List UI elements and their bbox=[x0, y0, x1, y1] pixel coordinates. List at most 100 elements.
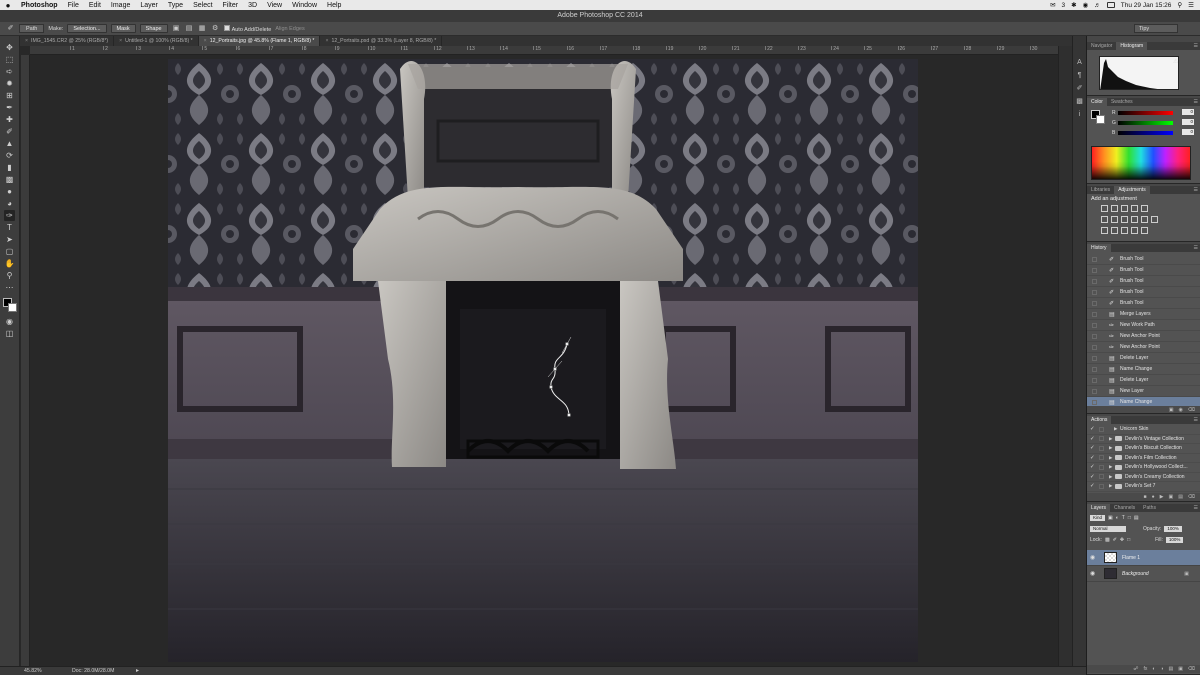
history-source-toggle[interactable] bbox=[1092, 366, 1097, 372]
list-icon[interactable]: ☰ bbox=[1188, 1, 1194, 9]
paragraph-icon[interactable]: ¶ bbox=[1075, 71, 1084, 80]
link-icon[interactable]: ☍ bbox=[1133, 666, 1138, 672]
history-item[interactable]: ✐ Brush Tool bbox=[1087, 265, 1200, 276]
menu-file[interactable]: File bbox=[63, 2, 84, 9]
tab-paths[interactable]: Paths bbox=[1139, 504, 1160, 512]
green-slider[interactable]: G 0 bbox=[1112, 119, 1194, 126]
color-spectrum[interactable] bbox=[1091, 146, 1191, 180]
close-icon[interactable]: × bbox=[325, 38, 328, 44]
history-brush-tool-icon[interactable]: ⟳ bbox=[4, 150, 15, 161]
filter-shape-icon[interactable]: □ bbox=[1128, 515, 1131, 521]
invert-icon[interactable] bbox=[1101, 227, 1108, 234]
check-icon[interactable]: ✓ bbox=[1090, 426, 1096, 432]
tab-channels[interactable]: Channels bbox=[1110, 504, 1139, 512]
action-set[interactable]: ✓ ▶ Devlin's Film Collection bbox=[1087, 454, 1200, 463]
blue-value[interactable]: 0 bbox=[1182, 129, 1194, 135]
canvas-vertical-scrollbar[interactable] bbox=[1058, 46, 1072, 667]
blend-mode-select[interactable]: Normal bbox=[1090, 526, 1126, 532]
path-select-tool-icon[interactable]: ➤ bbox=[4, 234, 15, 245]
make-shape-button[interactable]: Shape bbox=[139, 24, 168, 33]
mail-icon[interactable]: ✉ bbox=[1050, 1, 1055, 9]
exposure-icon[interactable] bbox=[1131, 205, 1138, 212]
menu-view[interactable]: View bbox=[262, 2, 287, 9]
lock-transparent-icon[interactable]: ▩ bbox=[1105, 537, 1110, 543]
layer-name[interactable]: Flame 1 bbox=[1122, 555, 1140, 561]
tab-img-1545[interactable]: × IMG_1545.CR2 @ 25% (RGB/8*) bbox=[20, 36, 115, 46]
filter-type-icon[interactable]: T bbox=[1122, 515, 1125, 521]
action-set[interactable]: ✓ ▶ Devlin's Creamy Collection bbox=[1087, 473, 1200, 482]
rectangle-tool-icon[interactable]: ▢ bbox=[4, 246, 15, 257]
path-alignment-icon[interactable]: ▤ bbox=[185, 24, 194, 33]
history-item[interactable]: ✑ New Anchor Point bbox=[1087, 342, 1200, 353]
gradient-map-icon[interactable] bbox=[1141, 227, 1148, 234]
close-icon[interactable]: × bbox=[25, 38, 28, 44]
tab-untitled-1[interactable]: × Untitled-1 @ 100% (RGB/8) * bbox=[114, 36, 199, 46]
check-icon[interactable]: ✓ bbox=[1090, 464, 1096, 470]
close-icon[interactable]: × bbox=[204, 38, 207, 44]
volume-icon[interactable]: ♬ bbox=[1094, 2, 1101, 9]
horizontal-ruler[interactable]: 1 2 3 4 5 6 7 8 9 10 11 12 13 14 15 16 17 18 19 20 21 22 23 24 2… bbox=[30, 46, 1058, 55]
brush-presets-icon[interactable]: ✐ bbox=[1075, 84, 1084, 93]
canvas-workspace[interactable] bbox=[30, 56, 1058, 666]
zoom-tool-icon[interactable]: ⚲ bbox=[4, 270, 15, 281]
history-source-toggle[interactable] bbox=[1092, 256, 1097, 262]
dialog-toggle[interactable] bbox=[1099, 474, 1104, 480]
vibrance-icon[interactable] bbox=[1141, 205, 1148, 212]
tab-histogram[interactable]: Histogram bbox=[1116, 42, 1148, 50]
battery-icon[interactable] bbox=[1106, 2, 1115, 8]
brightness-icon[interactable] bbox=[1101, 205, 1108, 212]
panel-menu-icon[interactable]: ☰ bbox=[1194, 505, 1198, 511]
red-value[interactable]: 0 bbox=[1182, 109, 1194, 115]
character-icon[interactable]: A bbox=[1075, 58, 1084, 67]
history-item[interactable]: ▤ Merge Layers bbox=[1087, 309, 1200, 320]
tab-12-portraits-jpg[interactable]: × 12_Portraits.jpg @ 45.8% (Flame 1, RGB/… bbox=[198, 36, 321, 46]
document-canvas[interactable] bbox=[168, 59, 918, 662]
path-mode-select[interactable]: Path bbox=[19, 24, 45, 33]
dodge-tool-icon[interactable]: ◕ bbox=[4, 198, 15, 209]
lock-all-icon[interactable]: □ bbox=[1127, 537, 1130, 543]
dialog-toggle[interactable] bbox=[1099, 436, 1104, 442]
healing-brush-tool-icon[interactable]: ✚ bbox=[4, 114, 15, 125]
menu-help[interactable]: Help bbox=[322, 2, 346, 9]
red-bar[interactable] bbox=[1118, 111, 1173, 115]
panel-menu-icon[interactable]: ☰ bbox=[1194, 417, 1198, 423]
filter-adjustment-icon[interactable]: ◐ bbox=[1116, 515, 1119, 521]
move-tool-icon[interactable]: ✥ bbox=[4, 42, 15, 53]
history-item[interactable]: ✐ Brush Tool bbox=[1087, 298, 1200, 309]
history-source-toggle[interactable] bbox=[1092, 311, 1097, 317]
menubar-clock[interactable]: Thu 29 Jan 15:26 bbox=[1121, 2, 1172, 9]
menu-window[interactable]: Window bbox=[287, 2, 322, 9]
fx-icon[interactable]: fx bbox=[1144, 666, 1148, 672]
action-item[interactable]: ✓ ▶ Unicorn Skin bbox=[1087, 425, 1200, 435]
posterize-icon[interactable] bbox=[1111, 227, 1118, 234]
color-balance-icon[interactable] bbox=[1111, 216, 1118, 223]
apple-icon[interactable]: ● bbox=[0, 1, 16, 10]
pen-tool-icon[interactable]: ✐ bbox=[6, 24, 15, 33]
layer-item-flame-1[interactable]: ◉ Flame 1 bbox=[1087, 550, 1200, 566]
photo-filter-icon[interactable] bbox=[1131, 216, 1138, 223]
gear-icon[interactable]: ⚙ bbox=[211, 24, 220, 33]
panel-menu-icon[interactable]: ☰ bbox=[1194, 187, 1198, 193]
history-item[interactable]: ▤ Delete Layer bbox=[1087, 353, 1200, 364]
trash-icon[interactable]: ⌫ bbox=[1188, 494, 1195, 500]
new-action-icon[interactable]: ▤ bbox=[1178, 494, 1183, 500]
gradient-tool-icon[interactable]: ▩ bbox=[4, 174, 15, 185]
background-color-chip[interactable] bbox=[1096, 115, 1105, 124]
menu-type[interactable]: Type bbox=[163, 2, 188, 9]
menu-image[interactable]: Image bbox=[106, 2, 135, 9]
mask-icon[interactable]: ◐ bbox=[1152, 666, 1155, 672]
history-source-toggle[interactable] bbox=[1092, 388, 1097, 394]
levels-icon[interactable] bbox=[1111, 205, 1118, 212]
new-set-icon[interactable]: ▣ bbox=[1168, 494, 1173, 500]
panel-menu-icon[interactable]: ☰ bbox=[1194, 99, 1198, 105]
close-icon[interactable]: × bbox=[119, 38, 122, 44]
quick-select-tool-icon[interactable]: ✹ bbox=[4, 78, 15, 89]
quick-mask-icon[interactable]: ◉ bbox=[4, 316, 15, 327]
group-icon[interactable]: ▤ bbox=[1168, 666, 1173, 672]
eraser-tool-icon[interactable]: ▮ bbox=[4, 162, 15, 173]
history-source-toggle[interactable] bbox=[1092, 322, 1097, 328]
red-slider[interactable]: R 0 bbox=[1112, 109, 1194, 116]
channel-mixer-icon[interactable] bbox=[1141, 216, 1148, 223]
crop-tool-icon[interactable]: ⊞ bbox=[4, 90, 15, 101]
tab-history[interactable]: History bbox=[1087, 244, 1111, 252]
